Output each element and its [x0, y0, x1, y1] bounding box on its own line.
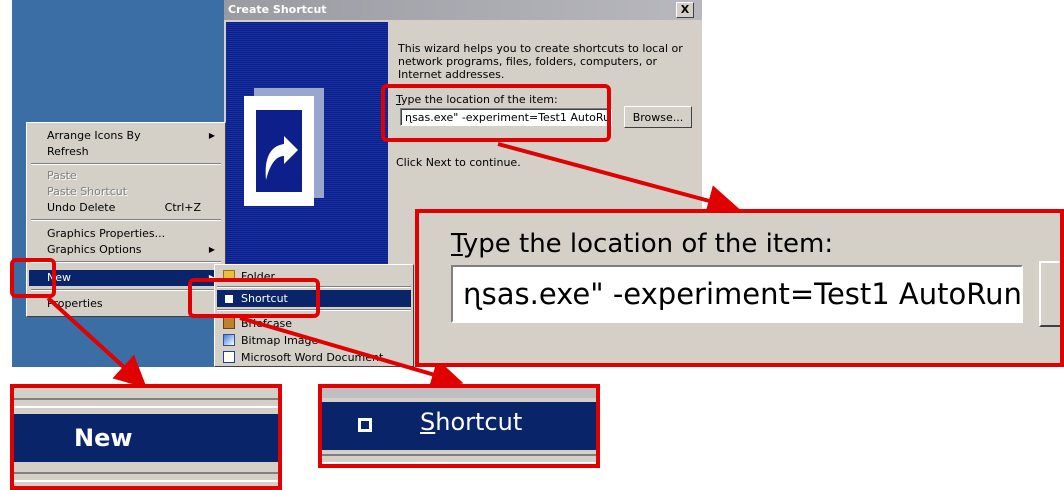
arrow-to-new-zoom — [46, 296, 147, 389]
zoom-shortcut-panel: Shortcut — [318, 384, 600, 468]
zoom-shortcut-rest: hortcut — [435, 408, 523, 436]
zoom-separator — [14, 398, 278, 408]
zoom-location-label-rest: ype the location of the item: — [462, 229, 834, 259]
zoom-browse-button-edge — [1039, 261, 1060, 327]
zoom-new-highlight — [14, 414, 278, 462]
shortcut-icon — [358, 418, 372, 432]
zoom-location-panel: Type the location of the item: ɳsas.exe"… — [415, 209, 1064, 367]
zoom-new-panel: New — [10, 384, 282, 490]
zoom-separator — [14, 472, 278, 482]
zoom-location-input: ɳsas.exe" -experiment=Test1 AutoRun — [451, 265, 1023, 323]
zoom-location-label-hotkey: T — [451, 229, 463, 259]
zoom-shortcut-hotkey: S — [420, 408, 436, 436]
zoom-new-label: New — [74, 424, 133, 452]
arrow-to-location-zoom — [497, 142, 740, 217]
zoom-top-strip — [322, 388, 596, 398]
zoom-separator — [322, 454, 596, 464]
zoom-shortcut-label: Shortcut — [420, 408, 522, 436]
zoom-location-label: Type the location of the item: — [451, 229, 833, 259]
